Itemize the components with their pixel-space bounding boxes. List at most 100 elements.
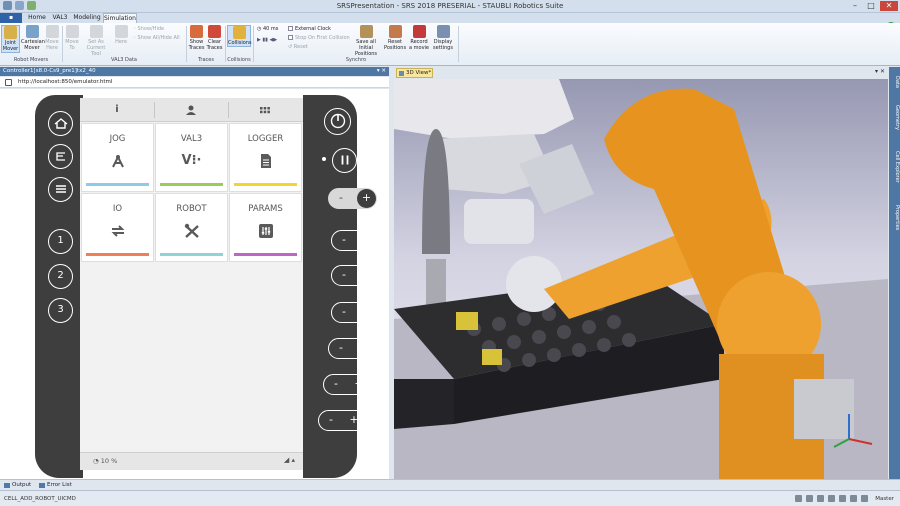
- reset-positions-button[interactable]: Reset Positions: [384, 25, 406, 51]
- axis-stepper-2[interactable]: - +: [331, 265, 380, 286]
- status-icon[interactable]: [795, 495, 802, 502]
- reset-button[interactable]: ↺ Reset: [288, 44, 308, 51]
- tile-jog[interactable]: JOG: [81, 123, 154, 192]
- side-button-3[interactable]: 3: [48, 298, 73, 323]
- minimize-icon[interactable]: –: [848, 1, 862, 11]
- axis-6-plus[interactable]: +: [344, 411, 364, 429]
- power-icon: [330, 113, 345, 129]
- tile-params[interactable]: PARAMS: [229, 193, 302, 262]
- axis-stepper-6[interactable]: - +: [318, 410, 367, 431]
- axis-stepper-1[interactable]: - +: [331, 230, 380, 251]
- tile-io-bar: [86, 253, 149, 256]
- view-close-icon[interactable]: ▾ ✕: [875, 68, 885, 75]
- panel-close-icon[interactable]: ▾ ✕: [377, 67, 386, 76]
- tab-output[interactable]: Output: [3, 481, 31, 490]
- axis-4-minus[interactable]: -: [331, 339, 351, 357]
- stop-on-first-collision-checkbox[interactable]: Stop On First Collision: [288, 35, 350, 42]
- address-bar[interactable]: http://localhost:850/emulator.html: [0, 77, 389, 88]
- tile-logger[interactable]: LOGGER: [229, 123, 302, 192]
- external-clock-label: External Clock: [295, 26, 331, 32]
- side-button-2[interactable]: 2: [48, 264, 73, 289]
- tile-robot-bar: [160, 253, 223, 256]
- time-step-field[interactable]: ◷ 40 ms: [257, 26, 278, 33]
- axis-3-minus[interactable]: -: [334, 303, 354, 321]
- axis-2-plus[interactable]: +: [357, 266, 377, 284]
- grid-glyph: [260, 107, 270, 114]
- 3d-viewport[interactable]: [394, 79, 888, 479]
- axis-1-plus[interactable]: +: [357, 231, 377, 249]
- here-button[interactable]: Here: [113, 25, 129, 45]
- refresh-icon[interactable]: [5, 79, 12, 86]
- grid-icon[interactable]: [228, 98, 302, 122]
- save-all-initial-positions-button[interactable]: Save all Initial Positions: [350, 25, 382, 57]
- status-icon[interactable]: [839, 495, 846, 502]
- record-a-movie-button[interactable]: Record a movie: [408, 25, 430, 51]
- cartesian-mover-label: Cartesian Mover: [21, 39, 45, 51]
- pause-button[interactable]: [332, 148, 357, 173]
- joint-mover-button[interactable]: Joint Mover: [1, 25, 20, 53]
- collisions-button[interactable]: Collisions: [227, 25, 252, 47]
- axis-5-minus[interactable]: -: [326, 375, 346, 393]
- home-button[interactable]: [48, 111, 73, 136]
- move-here-button[interactable]: Move Here: [44, 25, 60, 51]
- status-icon[interactable]: [817, 495, 824, 502]
- axis-6-minus[interactable]: -: [321, 411, 341, 429]
- cartesian-mover-button[interactable]: Cartesian Mover: [21, 25, 45, 51]
- external-clock-checkbox[interactable]: External Clock: [288, 26, 331, 33]
- tile-robot[interactable]: ROBOT: [155, 193, 228, 262]
- clear-traces-button[interactable]: Clear Traces: [206, 25, 223, 51]
- display-settings-button[interactable]: Display settings: [432, 25, 454, 51]
- axis-stepper-5[interactable]: - +: [323, 374, 372, 395]
- menu-button[interactable]: [48, 177, 73, 202]
- back-button[interactable]: [48, 144, 73, 169]
- tab-error-list[interactable]: Error List: [38, 481, 72, 490]
- tab-3d-view-label: 3D View*: [406, 70, 432, 76]
- power-button[interactable]: [324, 108, 351, 135]
- status-icon[interactable]: [850, 495, 857, 502]
- tab-val3[interactable]: VAL3: [50, 13, 70, 23]
- tile-io[interactable]: IO: [81, 193, 154, 262]
- speed-stepper[interactable]: - +: [328, 188, 377, 209]
- info-icon[interactable]: i: [80, 98, 154, 122]
- move-to-button[interactable]: Move To: [64, 25, 80, 51]
- tile-val3[interactable]: VAL3 V⁝·: [155, 123, 228, 192]
- pendant-header: i: [80, 98, 303, 122]
- user-icon[interactable]: [154, 98, 228, 122]
- val3-icon: V⁝·: [181, 153, 202, 168]
- ribbon-separator: [253, 26, 254, 62]
- status-icon[interactable]: [861, 495, 868, 502]
- show-hide-button[interactable]: ◦ Show/Hide: [133, 26, 164, 33]
- panel-cell-explorer-tab[interactable]: Cell Explorer: [889, 141, 900, 193]
- show-traces-button[interactable]: Show Traces: [188, 25, 205, 51]
- axis-3-plus[interactable]: +: [357, 303, 377, 321]
- show-all-hide-all-button[interactable]: ◦ Show All/Hide All: [133, 35, 180, 42]
- axis-1-minus[interactable]: -: [334, 231, 354, 249]
- axis-stepper-4[interactable]: - +: [328, 338, 377, 359]
- tab-3d-view[interactable]: 3D View*: [396, 68, 433, 78]
- speed-plus-button[interactable]: +: [357, 189, 376, 208]
- axis-4-plus[interactable]: +: [354, 339, 374, 357]
- tab-home[interactable]: Home: [24, 13, 50, 23]
- side-button-1[interactable]: 1: [48, 229, 73, 254]
- panel-geometry-tab[interactable]: Geometry: [889, 97, 900, 137]
- status-icon[interactable]: [806, 495, 813, 502]
- panel-data-tab[interactable]: Data: [889, 71, 900, 93]
- speed-minus-button[interactable]: -: [331, 189, 351, 207]
- stop-on-first-collision-label: Stop On First Collision: [295, 35, 350, 41]
- record-icon: [412, 25, 426, 38]
- axis-5-plus[interactable]: +: [349, 375, 369, 393]
- close-icon[interactable]: ✕: [880, 1, 898, 11]
- maximize-icon[interactable]: □: [864, 1, 878, 11]
- playback-controls[interactable]: ▶ ▮▮ ◀▶: [257, 37, 277, 44]
- axis-stepper-3[interactable]: - +: [331, 302, 380, 323]
- pendant-status-bar: ◔ 10 % ◢ ▴: [80, 452, 303, 470]
- file-menu-button[interactable]: ▪: [0, 13, 22, 23]
- panel-properties-tab[interactable]: Properties: [889, 197, 900, 239]
- status-icon[interactable]: [828, 495, 835, 502]
- robot-status-icon[interactable]: ◢ ▴: [284, 456, 295, 464]
- set-as-current-tool-button[interactable]: Set As Current Tool: [81, 25, 111, 57]
- tab-modeling[interactable]: Modeling: [72, 13, 102, 23]
- clear-traces-icon: [208, 25, 221, 38]
- axis-2-minus[interactable]: -: [334, 266, 354, 284]
- tab-simulation[interactable]: Simulation: [103, 13, 137, 23]
